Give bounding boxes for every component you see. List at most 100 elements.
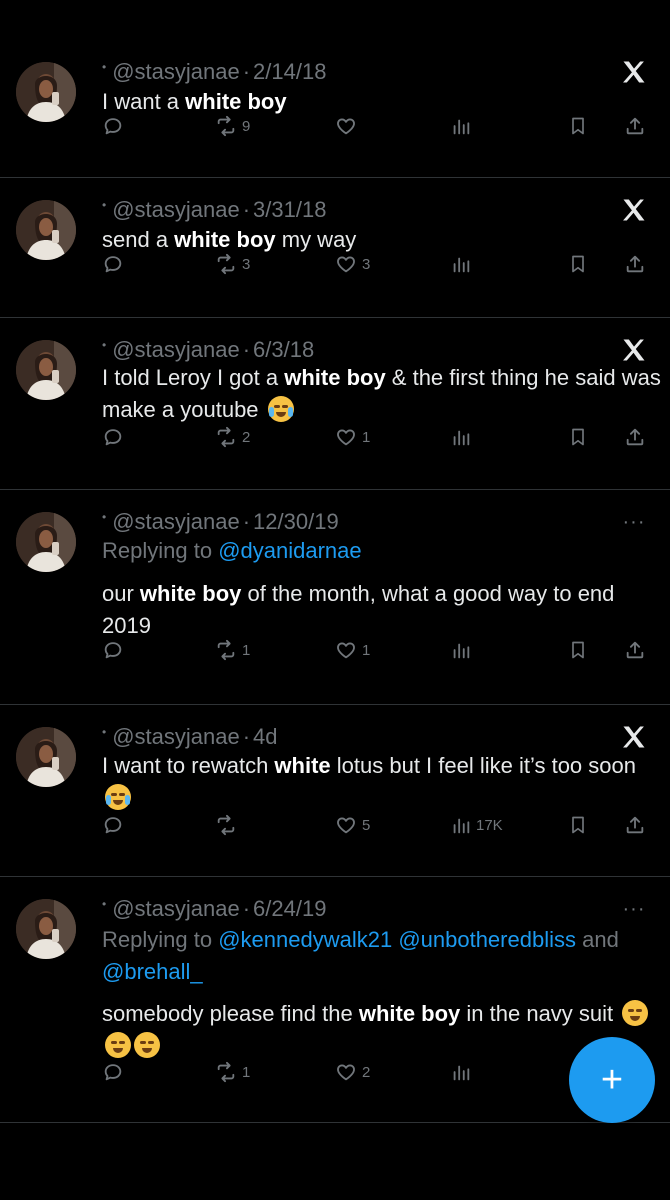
retweet-button[interactable]: 9 — [214, 115, 250, 137]
bookmark-button[interactable] — [568, 253, 588, 275]
bookmark-icon — [568, 639, 588, 661]
views-icon — [450, 639, 472, 661]
like-button[interactable] — [334, 115, 362, 137]
reply-button[interactable] — [102, 1061, 124, 1083]
tweet-card[interactable]: • @stasyjanae · 4d I want to rewatch white l… — [0, 705, 670, 877]
retweet-icon — [214, 115, 238, 137]
reply-icon — [102, 1061, 124, 1083]
tweet-date[interactable]: 2/14/18 — [253, 59, 326, 85]
reply-icon — [102, 115, 124, 137]
retweets-count: 1 — [242, 1063, 251, 1081]
bookmark-button[interactable] — [568, 639, 588, 661]
bookmark-button[interactable] — [568, 814, 588, 836]
mention-link[interactable]: @brehall_ — [102, 959, 203, 984]
compose-button[interactable]: + — [569, 1037, 655, 1123]
replying-to: Replying to @dyanidarnae — [102, 535, 652, 567]
tweet-date[interactable]: 6/3/18 — [253, 337, 314, 363]
tweet-date[interactable]: 4d — [253, 724, 277, 750]
tweet-card[interactable]: • @stasyjanae · 6/3/18 I told Leroy I got a … — [0, 318, 670, 490]
plus-icon: + — [600, 1059, 624, 1101]
bookmark-button[interactable] — [568, 115, 588, 137]
bold-text: white boy — [358, 1001, 461, 1026]
retweet-button[interactable]: 2 — [214, 426, 250, 448]
like-button[interactable]: 1 — [334, 639, 370, 661]
more-icon[interactable]: ··· — [614, 891, 654, 927]
bookmark-button[interactable] — [568, 426, 588, 448]
views-button[interactable] — [450, 639, 476, 661]
share-button[interactable] — [624, 115, 646, 137]
verified-dot-icon: • — [102, 510, 107, 524]
author-handle[interactable]: @stasyjanae — [112, 509, 240, 535]
avatar[interactable] — [16, 200, 76, 260]
verified-dot-icon: • — [102, 725, 107, 739]
tweet-header: • @stasyjanae · 6/24/19 — [102, 891, 326, 927]
like-button[interactable]: 1 — [334, 426, 370, 448]
author-handle[interactable]: @stasyjanae — [112, 896, 240, 922]
heart-icon — [334, 426, 358, 448]
retweet-button[interactable]: 3 — [214, 253, 250, 275]
mention-link[interactable]: @kennedywalk21 — [218, 927, 392, 952]
author-handle[interactable]: @stasyjanae — [112, 59, 240, 85]
tweet-card[interactable]: • @stasyjanae · 3/31/18 send a white boy my … — [0, 178, 670, 318]
likes-count: 1 — [362, 641, 371, 659]
author-handle[interactable]: @stasyjanae — [112, 197, 240, 223]
separator: · — [242, 509, 251, 534]
reply-button[interactable] — [102, 253, 124, 275]
views-icon — [450, 253, 472, 275]
avatar[interactable] — [16, 62, 76, 122]
like-button[interactable]: 5 — [334, 814, 370, 836]
replying-to-label: Replying to — [102, 927, 219, 952]
share-button[interactable] — [624, 426, 646, 448]
retweet-button[interactable]: 1 — [214, 1061, 250, 1083]
x-logo-icon[interactable] — [614, 192, 654, 228]
reply-button[interactable] — [102, 115, 124, 137]
tweet-header: • @stasyjanae · 3/31/18 — [102, 192, 326, 228]
reply-icon — [102, 253, 124, 275]
like-button[interactable]: 2 — [334, 1061, 370, 1083]
tweet-card[interactable]: • @stasyjanae · 2/14/18 I want a white boy 9 — [0, 40, 670, 178]
x-logo-icon[interactable] — [614, 54, 654, 90]
share-button[interactable] — [624, 639, 646, 661]
heart-icon — [334, 253, 358, 275]
likes-count: 3 — [362, 255, 371, 273]
reply-button[interactable] — [102, 639, 124, 661]
views-button[interactable] — [450, 426, 476, 448]
tweet-date[interactable]: 12/30/19 — [253, 509, 339, 535]
mention-link[interactable]: @unbotheredbliss — [398, 927, 576, 952]
reply-button[interactable] — [102, 426, 124, 448]
share-button[interactable] — [624, 253, 646, 275]
views-button[interactable] — [450, 1061, 476, 1083]
like-button[interactable]: 3 — [334, 253, 370, 275]
views-button[interactable] — [450, 115, 476, 137]
tweet-header: • @stasyjanae · 2/14/18 — [102, 54, 326, 90]
share-icon — [624, 639, 646, 661]
tweet-date[interactable]: 6/24/19 — [253, 896, 326, 922]
share-button[interactable] — [624, 814, 646, 836]
avatar[interactable] — [16, 899, 76, 959]
heart-icon — [334, 1061, 358, 1083]
reply-button[interactable] — [102, 814, 124, 836]
mention-link[interactable]: @dyanidarnae — [218, 538, 361, 563]
avatar[interactable] — [16, 512, 76, 572]
replying-to-joiner: and — [582, 927, 619, 952]
avatar[interactable] — [16, 340, 76, 400]
author-handle[interactable]: @stasyjanae — [112, 337, 240, 363]
reply-icon — [102, 426, 124, 448]
retweet-button[interactable]: 1 — [214, 639, 250, 661]
views-button[interactable]: 17K — [450, 814, 503, 836]
verified-dot-icon: • — [102, 60, 107, 74]
tweet-actions: 11 — [102, 632, 652, 668]
avatar[interactable] — [16, 727, 76, 787]
retweets-count: 3 — [242, 255, 251, 273]
tweet-date[interactable]: 3/31/18 — [253, 197, 326, 223]
tweet-actions: 9 — [102, 108, 652, 144]
heart-icon — [334, 814, 358, 836]
retweet-button[interactable] — [214, 814, 242, 836]
views-icon — [450, 426, 472, 448]
tweet-actions: 21 — [102, 419, 652, 455]
author-handle[interactable]: @stasyjanae — [112, 724, 240, 750]
text-segment: I want to rewatch — [102, 753, 275, 778]
bold-text: white boy — [139, 581, 242, 606]
views-button[interactable] — [450, 253, 476, 275]
tweet-card[interactable]: • @stasyjanae · 12/30/19 ··· Replying to @dya… — [0, 490, 670, 705]
